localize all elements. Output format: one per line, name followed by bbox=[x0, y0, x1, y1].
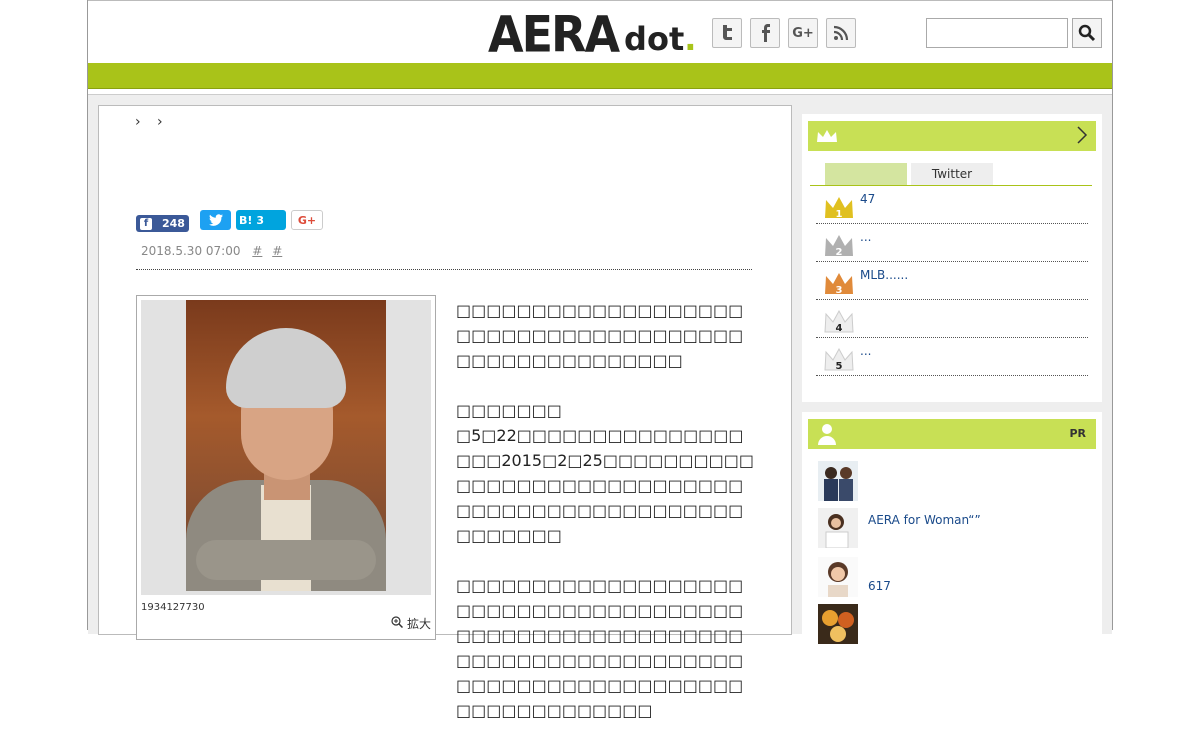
article-photo-box: 1934127730 拡大 bbox=[136, 295, 436, 640]
article-photo[interactable] bbox=[186, 300, 386, 591]
crown-icon bbox=[817, 130, 837, 142]
rank-1-crown-icon: 1 bbox=[825, 197, 853, 220]
breadcrumb[interactable]: › › bbox=[135, 114, 169, 130]
pr-item[interactable]: AERA for Woman“” bbox=[818, 508, 1088, 548]
pr-thumbnail bbox=[818, 508, 858, 548]
hatena-count: 3 bbox=[256, 213, 265, 227]
tab-ranking-twitter[interactable]: Twitter bbox=[911, 163, 993, 185]
pr-item-title: 617 bbox=[868, 579, 891, 593]
pr-item-title: AERA for Woman“” bbox=[868, 513, 981, 527]
pr-thumbnail bbox=[818, 557, 858, 597]
zoom-link[interactable]: 拡大 bbox=[391, 615, 431, 632]
pr-thumbnail bbox=[818, 461, 858, 501]
article-body: □□□□□□□□□□□□□□□□□□□□□□□□□□□□□□□□□□□□□□□□… bbox=[456, 298, 756, 748]
facebook-icon[interactable] bbox=[750, 18, 780, 48]
pr-label: PR bbox=[1069, 427, 1086, 440]
googleplus-share-button[interactable]: G+ bbox=[291, 210, 323, 230]
site-header: AERA dot. G+ bbox=[88, 0, 1112, 63]
pr-item[interactable] bbox=[818, 461, 1088, 501]
ranking-item[interactable]: 5 ... bbox=[816, 338, 1088, 376]
hatena-icon: B! bbox=[239, 213, 253, 227]
article-date: 2018.5.30 07:00 bbox=[141, 244, 241, 258]
zoom-in-icon bbox=[391, 616, 404, 629]
rss-icon[interactable] bbox=[826, 18, 856, 48]
ranking-header[interactable] bbox=[808, 121, 1096, 151]
photo-caption: 1934127730 bbox=[141, 602, 205, 613]
chevron-right-icon bbox=[1077, 126, 1088, 144]
global-nav-bar bbox=[88, 63, 1112, 89]
ranking-item-title: ... bbox=[860, 230, 872, 244]
rank-4-crown-icon: 4 bbox=[824, 309, 854, 334]
twitter-share-button[interactable] bbox=[200, 210, 231, 230]
article-paragraph: □□□□□□□ □5□22□□□□□□□□□□□□□□□□□□2015□2□25… bbox=[456, 401, 755, 545]
ranking-item[interactable]: 2 ... bbox=[816, 224, 1088, 262]
facebook-share-count: 248 bbox=[162, 217, 185, 230]
ranking-item-title: ... bbox=[860, 344, 872, 358]
ranking-item[interactable]: 1 47 bbox=[816, 186, 1088, 224]
site-logo[interactable]: AERA dot. bbox=[488, 4, 697, 64]
article-tag-link[interactable]: # bbox=[252, 244, 262, 258]
user-icon bbox=[818, 424, 836, 445]
twitter-icon[interactable] bbox=[712, 18, 742, 48]
article-meta: 2018.5.30 07:00 # # bbox=[141, 244, 282, 258]
rank-5-crown-icon: 5 bbox=[824, 347, 854, 372]
article-paragraph: □□□□□□□□□□□□□□□□□□□□□□□□□□□□□□□□□□□□□□□□… bbox=[456, 576, 744, 720]
svg-text:1: 1 bbox=[836, 209, 843, 220]
googleplus-icon[interactable]: G+ bbox=[788, 18, 818, 48]
article-panel: › › f 248 B! 3 G+ 2018.5.30 07:00 # # 19… bbox=[98, 105, 792, 720]
rank-2-crown-icon: 2 bbox=[825, 235, 853, 258]
svg-text:4: 4 bbox=[836, 323, 843, 334]
meta-divider bbox=[136, 269, 752, 270]
ranking-item-title: MLB...... bbox=[860, 268, 909, 282]
facebook-share-button[interactable]: f 248 bbox=[136, 215, 189, 232]
tab-ranking-access[interactable] bbox=[825, 163, 907, 185]
svg-text:2: 2 bbox=[836, 247, 843, 258]
pr-thumbnail bbox=[818, 604, 858, 644]
pr-widget: PR AERA for Woman“” 617 bbox=[802, 412, 1102, 644]
ranking-item-title: 47 bbox=[860, 192, 876, 206]
twitter-bird-icon bbox=[208, 214, 223, 226]
article-tag-link[interactable]: # bbox=[272, 244, 282, 258]
ranking-widget: Twitter 1 47 2 ... 3 MLB...... 4 5 ... bbox=[802, 114, 1102, 402]
hatena-bookmark-button[interactable]: B! 3 bbox=[236, 210, 286, 230]
pr-header: PR bbox=[808, 419, 1096, 449]
rank-3-crown-icon: 3 bbox=[825, 273, 853, 296]
logo-aera-text: AERA bbox=[488, 4, 620, 64]
svg-text:3: 3 bbox=[836, 285, 843, 296]
article-paragraph: □□□□□□□□□□□□□□□□□□□□□□□□□□□□□□□□□□□□□□□□… bbox=[456, 301, 744, 370]
ranking-item[interactable]: 3 MLB...... bbox=[816, 262, 1088, 300]
search-icon bbox=[1078, 24, 1096, 42]
zoom-label: 拡大 bbox=[406, 617, 431, 631]
googleplus-icon: G+ bbox=[297, 213, 317, 227]
logo-dot-text: dot. bbox=[624, 20, 697, 58]
pr-item[interactable]: 617 bbox=[818, 557, 1088, 597]
pr-item[interactable] bbox=[818, 604, 1088, 644]
facebook-icon: f bbox=[140, 217, 152, 230]
search-input[interactable] bbox=[926, 18, 1068, 48]
ranking-item[interactable]: 4 bbox=[816, 300, 1088, 338]
ranking-tabs: Twitter bbox=[810, 161, 1092, 186]
search-button[interactable] bbox=[1072, 18, 1102, 48]
svg-text:5: 5 bbox=[836, 361, 843, 372]
